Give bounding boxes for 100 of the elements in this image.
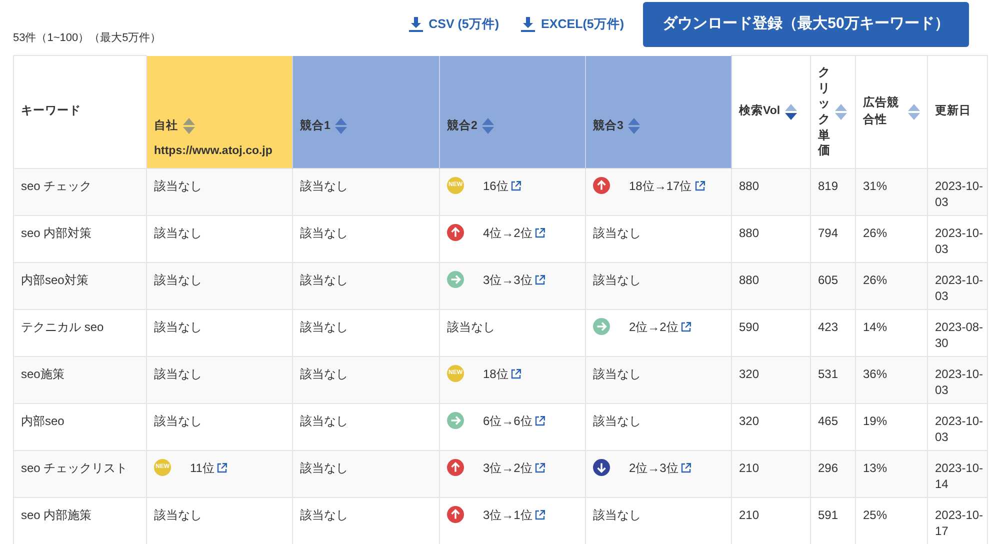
column-header: 検索Vol [739,103,780,120]
rank-text: 該当なし [300,367,348,381]
result-count: 53件（1~100）（最大5万件） [13,30,162,46]
rank-text: 該当なし [300,320,348,334]
cpc-value: 465 [818,414,838,428]
volume-value: 210 [739,508,760,522]
updated-date: 2023-10-17 [935,508,984,538]
site-url: https://www.atoj.co.jp [154,144,274,159]
rank-text: 該当なし [300,273,348,287]
competition-value: 36% [863,367,888,381]
rank-text: 該当なし [300,226,348,240]
column-header: 自社 [154,118,178,134]
rank-text: 該当なし [300,179,348,193]
rank-text: 該当なし [154,320,202,334]
cpc-value: 819 [818,179,838,193]
updated-date: 2023-10-03 [935,414,984,444]
competition-value: 26% [863,273,888,287]
competition-value: 25% [863,508,888,522]
volume-value: 880 [739,273,760,287]
updated-date: 2023-10-14 [935,461,984,491]
cpc-value: 794 [818,226,838,240]
sort-icon[interactable] [785,104,798,120]
rank-text: 該当なし [300,508,348,522]
rank-text: 4位→2位 [483,224,532,240]
download-icon [408,16,423,32]
volume-value: 320 [739,367,760,381]
rank-text: 該当なし [154,273,202,287]
rank-text: 6位→6位 [483,412,532,428]
volume-value: 880 [739,226,760,240]
rank-text: 該当なし [154,508,202,522]
column-header: クリック単価 [818,65,830,159]
column-header: 広告競合性 [863,95,900,128]
updated-date: 2023-10-03 [935,273,984,303]
rank-text: 18位→17位 [629,178,692,194]
rank-text: 3位→1位 [483,506,532,522]
external-link-icon[interactable] [511,368,522,378]
updated-date: 2023-08-30 [935,320,984,350]
rank-text: 3位→2位 [483,460,532,476]
rank-text: 該当なし [154,414,202,428]
volume-value: 880 [739,179,760,193]
rank-text: 該当なし [593,367,641,381]
volume-value: 590 [739,320,760,334]
rank-text: 該当なし [593,226,641,240]
rank-text: 該当なし [154,226,202,240]
external-link-icon[interactable] [535,416,546,426]
keyword-text: seo チェックリスト [21,461,128,475]
cpc-value: 531 [818,367,838,381]
external-link-icon[interactable] [681,322,692,332]
competition-value: 19% [863,414,888,428]
column-header: 競合3 [593,118,624,134]
updated-date: 2023-10-03 [935,179,984,209]
rank-text: 2位→3位 [629,460,678,476]
external-link-icon[interactable] [694,180,705,190]
external-link-icon[interactable] [535,462,546,472]
external-link-icon[interactable] [535,228,546,238]
column-header: 競合2 [447,118,478,134]
keyword-text: seo チェック [21,179,92,193]
competition-value: 14% [863,320,888,334]
rank-text: 該当なし [154,179,202,193]
external-link-icon[interactable] [535,274,546,284]
rank-text: 該当なし [300,461,348,475]
rank-text: 2位→2位 [629,318,678,334]
keyword-text: 内部seo対策 [21,273,88,287]
competition-value: 13% [863,461,888,475]
download-link[interactable]: CSV (5万件) [408,15,500,34]
rank-text: 該当なし [593,508,641,522]
rank-text: 18位 [483,366,508,382]
keyword-text: テクニカル seo [21,320,104,334]
updated-date: 2023-10-03 [935,367,984,397]
cpc-value: 591 [818,508,838,522]
download-icon [521,16,536,32]
competition-value: 31% [863,179,888,193]
keyword-text: seo 内部対策 [21,226,92,240]
volume-value: 210 [739,461,760,475]
rank-text: 16位 [483,178,508,194]
keyword-text: seo施策 [21,367,64,381]
external-link-icon[interactable] [217,462,228,472]
keyword-text: seo 内部施策 [21,508,92,522]
rank-text: 該当なし [154,367,202,381]
external-link-icon[interactable] [511,180,522,190]
download-register-button[interactable]: ダウンロード登録（最大50万キーワード） [643,2,969,47]
external-link-icon[interactable] [681,462,692,472]
rank-text: 該当なし [593,414,641,428]
cpc-value: 423 [818,320,838,334]
volume-value: 320 [739,414,760,428]
rank-text: 該当なし [593,273,641,287]
external-link-icon[interactable] [535,510,546,520]
column-header: 更新日 [935,103,971,120]
column-header: 競合1 [300,118,330,134]
keyword-text: 内部seo [21,414,64,428]
updated-date: 2023-10-03 [935,226,984,256]
rank-text: 該当なし [447,320,495,334]
rank-text: 該当なし [300,414,348,428]
download-link[interactable]: EXCEL(5万件) [521,15,624,34]
rank-text: 3位→3位 [483,272,532,288]
cpc-value: 296 [818,461,838,475]
competition-value: 26% [863,226,888,240]
rank-text: 11位 [190,460,214,476]
column-header: キーワード [21,104,81,120]
cpc-value: 605 [818,273,838,287]
